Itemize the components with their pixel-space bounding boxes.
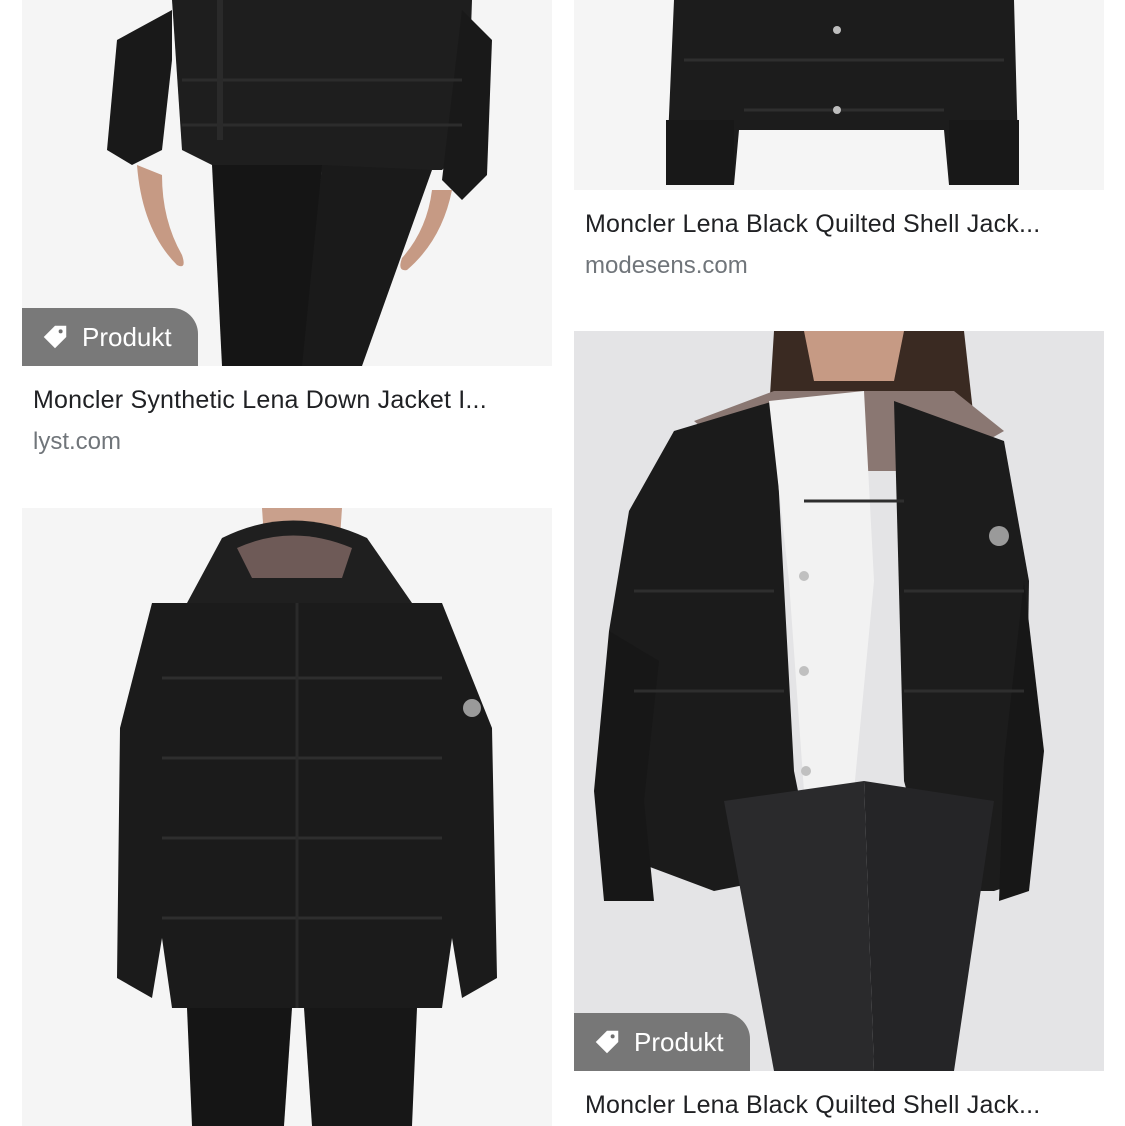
result-card-modesens[interactable]: Moncler Lena Black Quilted Shell Jack...… xyxy=(574,0,1104,300)
result-title[interactable]: Moncler Synthetic Lena Down Jacket I... xyxy=(33,386,543,415)
result-thumbnail[interactable] xyxy=(574,0,1104,190)
result-card-hooded-jacket[interactable] xyxy=(22,508,552,1126)
result-source[interactable]: modesens.com xyxy=(585,252,748,280)
badge-label: Produkt xyxy=(82,321,172,352)
result-title[interactable]: Moncler Lena Black Quilted Shell Jack... xyxy=(585,1091,1095,1120)
result-card-modesens-2[interactable]: Produkt Moncler Lena Black Quilted Shell… xyxy=(574,331,1104,1126)
tag-icon xyxy=(43,325,67,349)
result-title[interactable]: Moncler Lena Black Quilted Shell Jack... xyxy=(585,210,1095,239)
badge-label: Produkt xyxy=(634,1026,724,1057)
product-badge: Produkt xyxy=(22,308,198,366)
result-thumbnail[interactable]: Produkt xyxy=(574,331,1104,1071)
result-card-lyst[interactable]: Produkt Moncler Synthetic Lena Down Jack… xyxy=(22,0,552,470)
product-badge: Produkt xyxy=(574,1013,750,1071)
jacket-photo xyxy=(22,508,552,1126)
tag-icon xyxy=(595,1030,619,1054)
result-thumbnail[interactable] xyxy=(22,508,552,1126)
result-source[interactable]: lyst.com xyxy=(33,428,121,456)
jacket-photo xyxy=(574,0,1104,190)
jacket-photo xyxy=(574,331,1104,1071)
result-thumbnail[interactable]: Produkt xyxy=(22,0,552,366)
